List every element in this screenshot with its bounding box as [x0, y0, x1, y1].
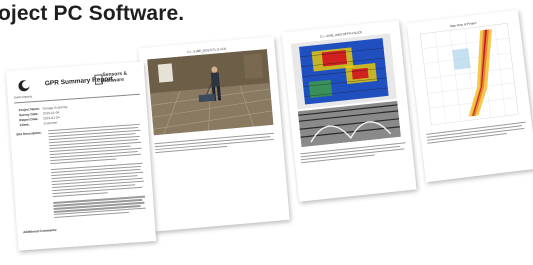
photo-page-text	[154, 132, 276, 155]
additional-comments-label: Additional Comments:	[23, 227, 58, 235]
site-photo	[147, 49, 274, 136]
headline-text: oject PC Software.	[0, 2, 185, 25]
report-page-plot: Map View of Project	[406, 9, 533, 183]
report-page-radar: C:\...\LINE_0000 DEPTH SLICE	[281, 20, 417, 202]
header-divider	[14, 93, 140, 104]
plot-image	[420, 23, 519, 126]
brand-name: Sensors & Software	[102, 70, 128, 84]
company-name: SunCompany	[13, 94, 33, 100]
radar-depth-slice-image	[290, 33, 401, 148]
radar-page-text	[300, 142, 407, 165]
report-fields: Project Name: Garage Scanning Survey Date…	[19, 105, 69, 128]
site-description-label: Site Description:	[16, 130, 42, 137]
site-description-text	[48, 123, 146, 220]
sun-logo-icon	[18, 80, 30, 92]
report-page-summary: SunCompany GPR Summary Report Sensors & …	[5, 61, 157, 251]
plot-page-text	[426, 121, 527, 146]
report-page-photo: C:\...\LINE_0001.DT1 (1 of 3)	[138, 36, 290, 232]
